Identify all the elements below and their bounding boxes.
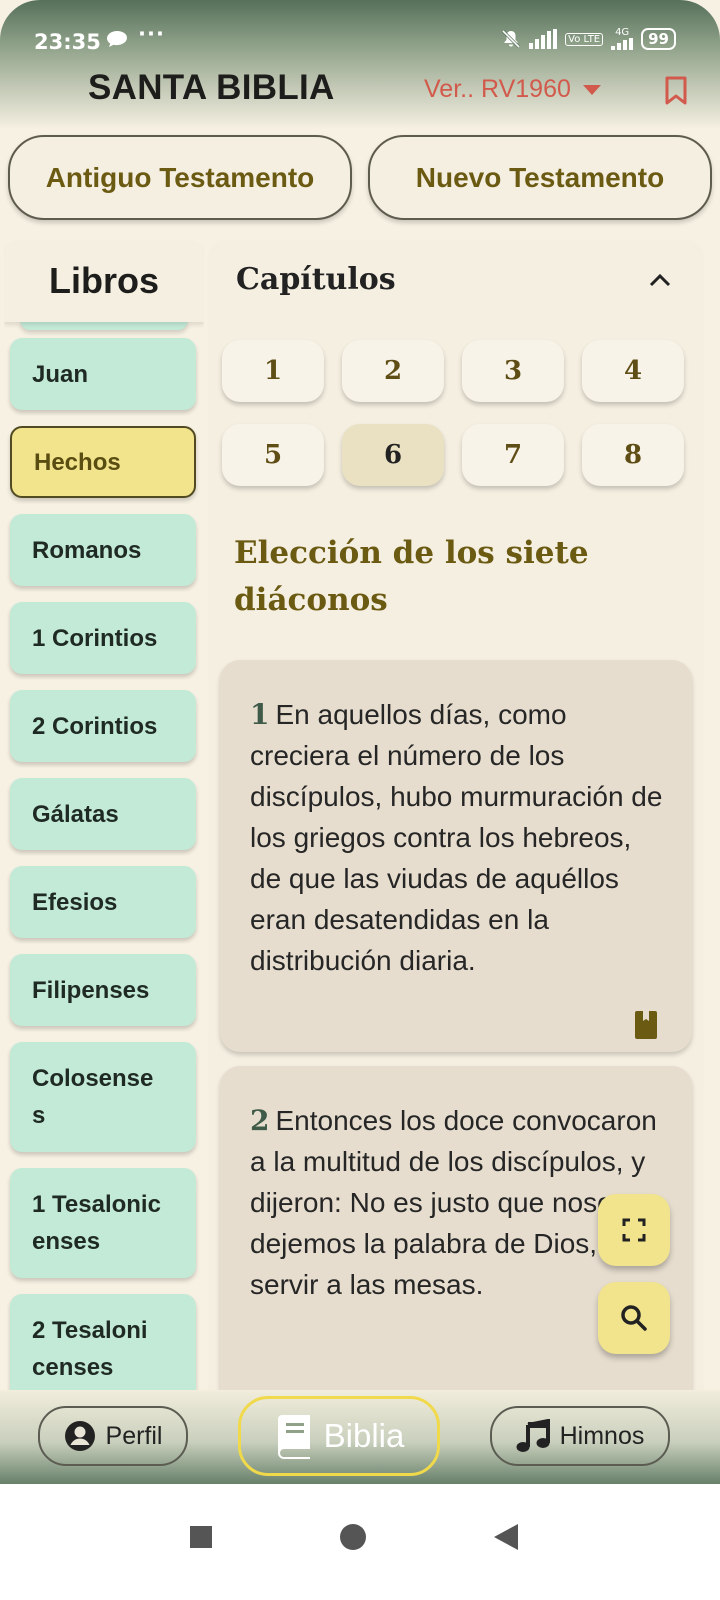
bookmark-icon[interactable] [664,76,688,106]
book-item[interactable]: Romanos [10,514,196,586]
old-testament-button[interactable]: Antiguo Testamento [8,135,352,220]
network-type-label: 4G [615,27,630,38]
verse-number: 2 [250,1104,270,1137]
volte-badge: Vo LTE [565,32,604,46]
chapter-button[interactable]: 1 [222,340,324,402]
signal-icon [529,29,558,49]
back-icon[interactable] [494,1524,518,1550]
chapter-button[interactable]: 7 [462,424,564,486]
nav-bible-label: Biblia [323,1417,405,1454]
version-selector[interactable]: Ver.. RV1960 [424,75,601,104]
verse-book-icon[interactable] [634,1010,658,1040]
recent-apps-icon[interactable] [190,1526,212,1548]
profile-icon [64,1421,95,1451]
book-item[interactable]: 1 Tesalonic enses [10,1168,196,1278]
book-label: Colosense s [32,1065,154,1129]
mute-icon [502,29,521,49]
chat-bubble-icon [107,31,127,47]
book-item[interactable]: Efesios [10,866,196,938]
caret-down-icon [582,84,601,95]
book-item[interactable]: Juan [10,338,196,410]
book-label: Efesios [32,888,118,916]
nav-profile-label: Perfil [105,1421,163,1450]
book-item[interactable]: Filipenses [10,954,196,1026]
home-icon[interactable] [340,1524,366,1550]
book-label: Juan [32,360,89,388]
new-testament-button[interactable]: Nuevo Testamento [368,135,712,220]
section-heading: Elección de los siete diáconos [234,535,589,618]
book-item[interactable]: 1 Corintios [10,602,196,674]
chapter-button[interactable]: 4 [582,340,684,402]
verse-text: En aquellos días, como creciera el númer… [250,699,663,976]
book-label: 1 Tesalonic enses [32,1191,161,1255]
music-note-icon [516,1419,550,1452]
chevron-up-icon[interactable] [648,272,672,288]
chapter-button[interactable]: 3 [462,340,564,402]
book-label: 2 Corintios [32,712,158,740]
nav-hymns-button[interactable]: Himnos [490,1406,670,1466]
search-button[interactable] [598,1282,670,1354]
book-label: Filipenses [32,976,150,1004]
nav-hymns-label: Himnos [559,1421,645,1450]
book-label: Romanos [32,536,142,564]
app-header: SANTA BIBLIA Ver.. RV1960 [0,60,720,120]
bottom-navigation: Perfil Biblia Himnos [0,1390,720,1484]
battery-indicator: 99 [641,28,676,50]
book-item[interactable]: Hechos [10,426,196,498]
bible-book-icon [277,1415,310,1459]
network-indicator: 4G [611,27,634,50]
status-bar: 23:35 ··· Vo LTE 4G 99 [0,22,720,62]
book-label: Hechos [34,448,121,476]
chapter-button[interactable]: 2 [342,340,444,402]
search-icon [621,1305,647,1331]
nav-bible-button[interactable]: Biblia [238,1396,440,1476]
verse-card[interactable]: 1 En aquellos días, como creciera el núme… [220,660,692,1052]
book-label: Gálatas [32,800,119,828]
chapter-button[interactable]: 5 [222,424,324,486]
book-item[interactable]: 2 Corintios [10,690,196,762]
verse-number: 1 [250,698,270,731]
version-label: Ver.. RV1960 [424,75,571,103]
chapter-button[interactable]: 8 [582,424,684,486]
fullscreen-icon [622,1218,646,1242]
book-item[interactable]: Gálatas [10,778,196,850]
signal-icon-2 [611,38,634,50]
nav-profile-button[interactable]: Perfil [38,1406,188,1466]
status-time: 23:35 [34,30,101,54]
books-panel: Libros Juan Hechos Romanos 1 Corintios 2 Cor… [4,240,204,1420]
book-label: 2 Tesaloni censes [32,1317,148,1381]
book-item[interactable]: Colosense s [10,1042,196,1152]
app-title: SANTA BIBLIA [88,68,335,107]
books-header: Libros [4,240,204,322]
more-notifications-icon: ··· [138,22,165,46]
book-label: 1 Corintios [32,624,158,652]
fullscreen-button[interactable] [598,1194,670,1266]
system-navigation-bar [0,1484,720,1600]
chapters-header: Capítulos [236,262,396,297]
chapter-button[interactable]: 6 [342,424,444,486]
book-item[interactable]: 2 Tesaloni censes [10,1294,196,1404]
